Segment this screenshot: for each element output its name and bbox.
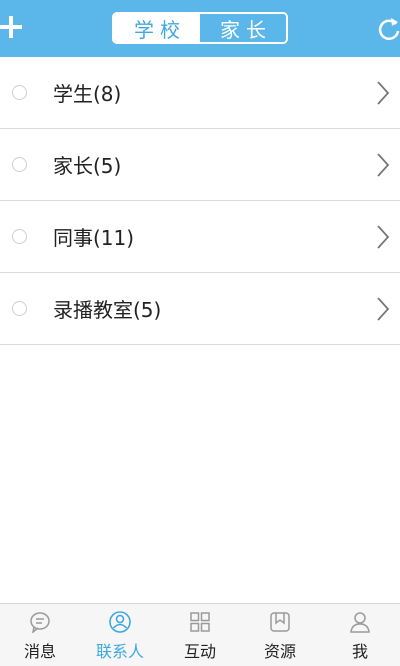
tab-messages[interactable]: 消息 — [0, 604, 80, 666]
bookmark-book-icon — [270, 612, 290, 632]
list-item-students[interactable]: 学生(8) — [0, 57, 400, 129]
tab-interaction[interactable]: 互动 — [160, 604, 240, 666]
radio-button[interactable] — [12, 85, 27, 100]
list-item-parents[interactable]: 家长(5) — [0, 129, 400, 201]
list-item-label: 同事(11) — [53, 226, 135, 250]
user-icon — [350, 612, 370, 633]
bottom-tab-bar: 消息 联系人 互动 资源 我 — [0, 603, 400, 666]
chevron-right-icon — [377, 296, 390, 321]
segment-school[interactable]: 学校 — [114, 14, 200, 42]
top-bar: 学校 家长 — [0, 0, 400, 57]
tab-resources[interactable]: 资源 — [240, 604, 320, 666]
chevron-right-icon — [377, 152, 390, 177]
chevron-right-icon — [377, 224, 390, 249]
tab-label: 我 — [351, 642, 368, 661]
list-item-label: 家长(5) — [53, 154, 122, 178]
radio-button[interactable] — [12, 301, 27, 316]
plus-icon — [0, 16, 22, 38]
chevron-right-icon — [377, 80, 390, 105]
tab-label: 资源 — [263, 642, 296, 661]
refresh-button[interactable] — [378, 14, 400, 44]
contact-person-icon — [109, 611, 131, 633]
list-item-colleagues[interactable]: 同事(11) — [0, 201, 400, 273]
list-item-label: 学生(8) — [53, 82, 122, 106]
radio-button[interactable] — [12, 157, 27, 172]
contact-group-list: 学生(8) 家长(5) 同事(11) 录播教室(5) — [0, 57, 400, 345]
message-bubble-icon — [30, 612, 50, 633]
tab-label: 联系人 — [95, 642, 144, 661]
add-button[interactable] — [0, 11, 24, 45]
tab-label: 消息 — [23, 642, 56, 661]
list-item-label: 录播教室(5) — [53, 298, 162, 322]
app-screen: 学校 家长 学生(8) 家长(5) 同事(11) 录播教室(5) 消息 联系人 … — [0, 0, 400, 666]
segment-parent[interactable]: 家长 — [200, 14, 286, 42]
tab-label: 互动 — [183, 642, 216, 661]
list-item-recording-classrooms[interactable]: 录播教室(5) — [0, 273, 400, 345]
tab-me[interactable]: 我 — [320, 604, 400, 666]
tab-contacts[interactable]: 联系人 — [80, 604, 160, 666]
school-parent-segmented-control: 学校 家长 — [112, 12, 288, 44]
refresh-icon — [378, 18, 400, 40]
radio-button[interactable] — [12, 229, 27, 244]
grid-icon — [190, 612, 210, 632]
